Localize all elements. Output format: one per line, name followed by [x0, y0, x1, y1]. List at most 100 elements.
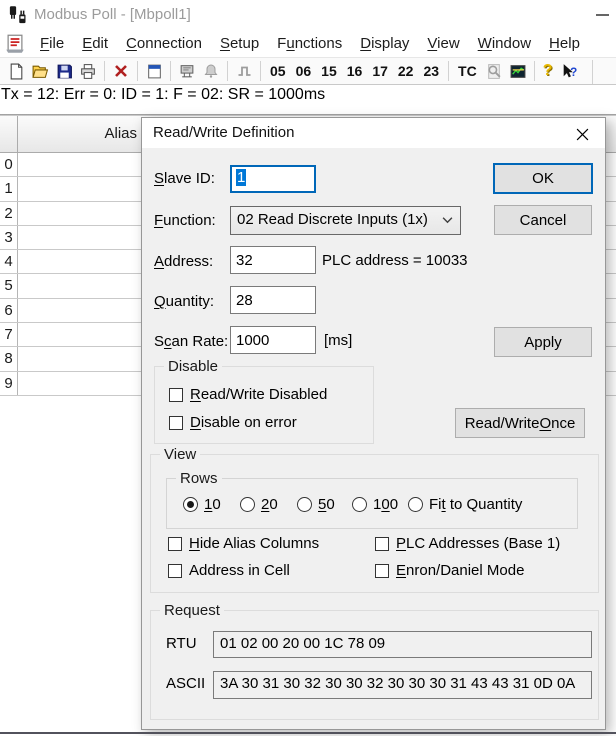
apply-button[interactable]: Apply — [494, 327, 592, 357]
function-23-button[interactable]: 23 — [418, 63, 444, 79]
function-05-button[interactable]: 05 — [265, 63, 291, 79]
checkbox-label: Address in Cell — [189, 562, 290, 579]
address-input[interactable] — [230, 246, 316, 274]
new-file-icon[interactable] — [4, 59, 28, 83]
rows-radio-20[interactable]: 20 — [240, 496, 278, 513]
dialog-title: Read/Write Definition — [153, 124, 294, 141]
checkbox-indicator — [168, 564, 182, 578]
chevron-down-icon — [442, 216, 453, 224]
save-icon[interactable] — [52, 59, 76, 83]
toolbar-separator — [534, 61, 535, 81]
quantity-input[interactable] — [230, 286, 316, 314]
ascii-label: ASCII — [166, 675, 205, 692]
menu-bar: File Edit Connection Setup Functions Dis… — [0, 30, 616, 57]
ok-button[interactable]: OK — [493, 163, 593, 194]
disable-on-error-checkbox[interactable]: Disable on error — [169, 414, 297, 431]
scan-rate-input[interactable] — [230, 326, 316, 354]
title-bar: Modbus Poll - [Mbpoll1] — [0, 0, 616, 30]
setup-window-icon[interactable] — [142, 59, 166, 83]
menu-connection[interactable]: Connection — [117, 35, 211, 52]
rtu-label: RTU — [166, 635, 197, 652]
row-number[interactable]: 3 — [0, 226, 18, 249]
radio-indicator — [183, 497, 198, 512]
menu-window[interactable]: Window — [469, 35, 540, 52]
read-write-once-button[interactable]: Read/Write Once — [455, 408, 585, 438]
function-select[interactable]: 02 Read Discrete Inputs (1x) — [230, 206, 461, 235]
toolbar-separator — [260, 61, 261, 81]
window-title: Modbus Poll - [Mbpoll1] — [34, 6, 191, 23]
function-selected-value: 02 Read Discrete Inputs (1x) — [237, 211, 428, 228]
poll-statistics: Tx = 12: Err = 0: ID = 1: F = 02: SR = 1… — [1, 86, 325, 104]
menu-edit[interactable]: Edit — [73, 35, 117, 52]
context-help-icon[interactable]: ? — [557, 59, 581, 83]
slave-id-value: 1 — [236, 169, 246, 186]
checkbox-label: Hide Alias Columns — [189, 535, 319, 552]
menu-display[interactable]: Display — [351, 35, 418, 52]
app-window: Modbus Poll - [Mbpoll1] File Edit Connec… — [0, 0, 616, 736]
rows-radio-50[interactable]: 50 — [297, 496, 335, 513]
scan-rate-label: Scan Rate: — [154, 333, 228, 350]
read-write-definition-dialog: Read/Write Definition Slave ID: 1 OK Fun… — [141, 117, 606, 730]
checkbox-indicator — [375, 537, 389, 551]
toolbar-edge — [592, 60, 593, 84]
rtu-request-field: 01 02 00 20 00 1C 78 09 — [213, 631, 592, 658]
pulse-icon[interactable] — [232, 59, 256, 83]
menu-setup[interactable]: Setup — [211, 35, 268, 52]
request-group: Request — [150, 610, 599, 720]
slave-id-label: Slave ID: — [154, 170, 215, 187]
slave-id-input[interactable]: 1 — [230, 165, 316, 193]
address-label: Address: — [154, 253, 213, 270]
row-number[interactable]: 9 — [0, 372, 18, 395]
function-22-button[interactable]: 22 — [393, 63, 419, 79]
toolbar-separator — [227, 61, 228, 81]
test-center-button[interactable]: TC — [453, 63, 482, 79]
menu-help[interactable]: Help — [540, 35, 589, 52]
row-number[interactable]: 2 — [0, 202, 18, 225]
row-number[interactable]: 4 — [0, 250, 18, 273]
alarm-bell-icon[interactable] — [199, 59, 223, 83]
close-icon[interactable] — [569, 122, 595, 146]
open-file-icon[interactable] — [28, 59, 52, 83]
radio-label: 100 — [373, 496, 398, 513]
row-number[interactable]: 0 — [0, 153, 18, 176]
document-icon[interactable] — [5, 34, 25, 54]
menu-functions[interactable]: Functions — [268, 35, 351, 52]
address-in-cell-checkbox[interactable]: Address in Cell — [168, 562, 290, 579]
row-number[interactable]: 6 — [0, 299, 18, 322]
cancel-poll-icon[interactable] — [109, 59, 133, 83]
disable-group: Disable Read/Write Disabled Disable on e… — [154, 366, 374, 444]
plc-addresses-checkbox[interactable]: PLC Addresses (Base 1) — [375, 535, 560, 552]
cancel-button[interactable]: Cancel — [494, 205, 592, 235]
rows-radio-10[interactable]: 10 — [183, 496, 221, 513]
row-number[interactable]: 5 — [0, 274, 18, 297]
radio-indicator — [297, 497, 312, 512]
row-number[interactable]: 7 — [0, 323, 18, 346]
request-group-title: Request — [160, 602, 224, 619]
function-06-button[interactable]: 06 — [291, 63, 317, 79]
hide-alias-columns-checkbox[interactable]: Hide Alias Columns — [168, 535, 319, 552]
enron-daniel-mode-checkbox[interactable]: Enron/Daniel Mode — [375, 562, 524, 579]
connection-icon[interactable] — [175, 59, 199, 83]
rows-radio-100[interactable]: 100 — [352, 496, 398, 513]
svg-text:?: ? — [570, 65, 577, 78]
radio-label: Fit to Quantity — [429, 496, 522, 513]
minimize-button[interactable] — [596, 14, 609, 16]
radio-label: 20 — [261, 496, 278, 513]
chart-icon[interactable] — [506, 59, 530, 83]
read-write-disabled-checkbox[interactable]: Read/Write Disabled — [169, 386, 327, 403]
disable-group-title: Disable — [164, 358, 222, 375]
help-icon[interactable]: ? — [539, 62, 557, 80]
function-16-button[interactable]: 16 — [342, 63, 368, 79]
zoom-icon[interactable] — [482, 59, 506, 83]
row-number[interactable]: 1 — [0, 177, 18, 200]
menu-view[interactable]: View — [418, 35, 468, 52]
alias-column-header[interactable]: Alias — [18, 116, 141, 152]
function-17-button[interactable]: 17 — [367, 63, 393, 79]
print-icon[interactable] — [76, 59, 100, 83]
view-group-title: View — [160, 446, 200, 463]
rows-radio-fit-to-quantity[interactable]: Fit to Quantity — [408, 496, 522, 513]
row-number[interactable]: 8 — [0, 347, 18, 370]
menu-file[interactable]: File — [31, 35, 73, 52]
function-15-button[interactable]: 15 — [316, 63, 342, 79]
radio-label: 10 — [204, 496, 221, 513]
